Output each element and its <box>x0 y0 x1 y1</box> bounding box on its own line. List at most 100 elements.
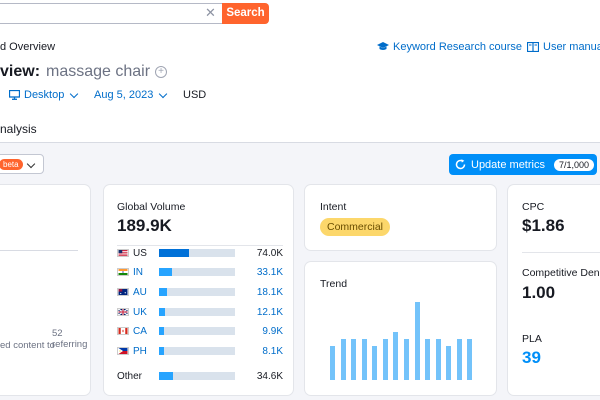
country-volume: 9.9K <box>262 325 283 337</box>
user-manual-link[interactable]: User manual <box>527 41 600 53</box>
volume-share-bar <box>159 347 235 355</box>
country-volume: 8.1K <box>262 345 283 357</box>
section-title: nalysis <box>0 122 37 136</box>
breadcrumb: d Overview <box>0 41 56 53</box>
date-value: Aug 5, 2023 <box>94 89 154 101</box>
trend-bar[interactable] <box>456 339 462 380</box>
volume-row-uk[interactable]: UK 12.1K <box>117 305 283 319</box>
add-to-list-icon[interactable]: + <box>155 66 168 78</box>
country-volume: 74.0K <box>256 247 283 259</box>
volume-share-fill <box>159 308 166 316</box>
country-volume: 33.1K <box>256 266 283 278</box>
search-input[interactable] <box>0 3 222 24</box>
trend-bar[interactable] <box>382 339 388 380</box>
date-select[interactable]: Aug 5, 2023 <box>94 89 168 101</box>
india-flag-icon <box>117 268 129 276</box>
title-keyword: massage chair <box>46 63 151 80</box>
country-volume: 18.1K <box>256 286 283 298</box>
country-volume: 12.1K <box>256 306 283 318</box>
trend-bar[interactable] <box>361 339 367 380</box>
volume-share-fill <box>159 288 167 296</box>
competitive-density-value: 1.00 <box>522 283 556 302</box>
volume-share-fill <box>159 372 173 380</box>
pla-value[interactable]: 39 <box>522 348 541 368</box>
country-code: PH <box>133 345 147 357</box>
canada-flag-icon <box>117 327 129 335</box>
desktop-icon <box>9 90 20 100</box>
title-prefix: view: <box>0 63 41 80</box>
trend-chart <box>329 302 477 380</box>
user-manual-label: User manual <box>543 41 600 53</box>
beta-dropdown[interactable]: beta <box>0 154 44 174</box>
competitive-density-label: Competitive Den <box>522 267 600 279</box>
volume-share-bar <box>159 249 235 257</box>
volume-share-bar <box>159 308 235 316</box>
keyword-research-course-label: Keyword Research course <box>393 41 523 53</box>
country-code: Other <box>117 370 143 382</box>
trend-bar[interactable] <box>351 339 357 380</box>
global-volume-card: Global Volume 189.9K US 74.0K IN 33.1K A… <box>104 185 293 395</box>
country-volume: 34.6K <box>256 370 283 382</box>
search-button[interactable]: Search <box>222 3 269 24</box>
volume-share-bar <box>159 327 235 335</box>
trend-bar[interactable] <box>330 345 335 380</box>
country-code: AU <box>133 286 147 298</box>
philippines-flag-icon <box>117 347 129 355</box>
graduation-cap-icon <box>377 42 389 50</box>
volume-share-fill <box>159 347 164 355</box>
us-flag-icon <box>117 249 129 257</box>
chevron-down-icon <box>70 89 79 98</box>
global-volume-value: 189.9K <box>117 216 172 235</box>
volume-row-au[interactable]: AU 18.1K <box>117 285 283 299</box>
trend-bar[interactable] <box>393 331 399 380</box>
australia-flag-icon <box>117 288 129 296</box>
intent-label: Intent <box>320 201 347 213</box>
chevron-down-icon <box>26 159 36 169</box>
trend-bar[interactable] <box>414 302 420 380</box>
trend-bar[interactable] <box>435 339 441 380</box>
page-title: view: massage chair + <box>0 63 168 81</box>
currency-label: USD <box>183 89 207 101</box>
volume-share-fill <box>159 327 165 335</box>
volume-row-us[interactable]: US 74.0K <box>117 246 283 260</box>
volume-share-fill <box>159 268 172 276</box>
trend-label: Trend <box>320 278 348 290</box>
volume-share-bar <box>159 372 235 380</box>
trend-bar[interactable] <box>340 339 346 380</box>
device-select[interactable]: Desktop <box>9 89 79 101</box>
trend-bar[interactable] <box>404 339 409 380</box>
intent-badge[interactable]: Commercial <box>320 218 391 236</box>
keyword-research-course-link[interactable]: Keyword Research course <box>377 41 522 53</box>
trend-bar[interactable] <box>446 346 452 380</box>
divider <box>0 250 78 251</box>
country-code: US <box>133 247 147 259</box>
global-volume-label: Global Volume <box>117 201 186 213</box>
pla-label: PLA <box>522 333 542 345</box>
country-code: IN <box>133 266 143 278</box>
volume-row-ca[interactable]: CA 9.9K <box>117 324 283 338</box>
trend-bar[interactable] <box>425 339 431 380</box>
trend-card: Trend <box>305 262 496 395</box>
uk-flag-icon <box>117 308 129 316</box>
volume-row-in[interactable]: IN 33.1K <box>117 265 283 279</box>
volume-share-bar <box>159 268 235 276</box>
volume-row-other: Other 34.6K <box>117 369 283 383</box>
clear-search-icon[interactable]: ✕ <box>205 5 216 21</box>
update-metrics-button[interactable]: Update metrics 7/1,000 <box>449 154 597 175</box>
report-header: ✕ Search d Overview Keyword Research cou… <box>0 0 600 143</box>
volume-share-fill <box>159 249 189 257</box>
metrics-card: CPC $1.86 Competitive Den 1.00 PLA 39 <box>508 185 600 395</box>
country-code: UK <box>133 306 147 318</box>
country-code: CA <box>133 325 147 337</box>
trend-bar[interactable] <box>372 346 378 380</box>
update-count-badge: 7/1,000 <box>553 158 595 171</box>
card-text-line1: 52 referring <box>52 328 88 350</box>
card-text-line2: ed content to <box>0 340 55 351</box>
divider <box>522 252 600 253</box>
device-value: Desktop <box>24 89 65 101</box>
beta-badge: beta <box>0 159 23 170</box>
partial-card: 52 referring ed content to <box>0 185 90 395</box>
chevron-down-icon <box>159 89 168 98</box>
trend-bar[interactable] <box>467 339 473 380</box>
volume-row-ph[interactable]: PH 8.1K <box>117 344 283 358</box>
